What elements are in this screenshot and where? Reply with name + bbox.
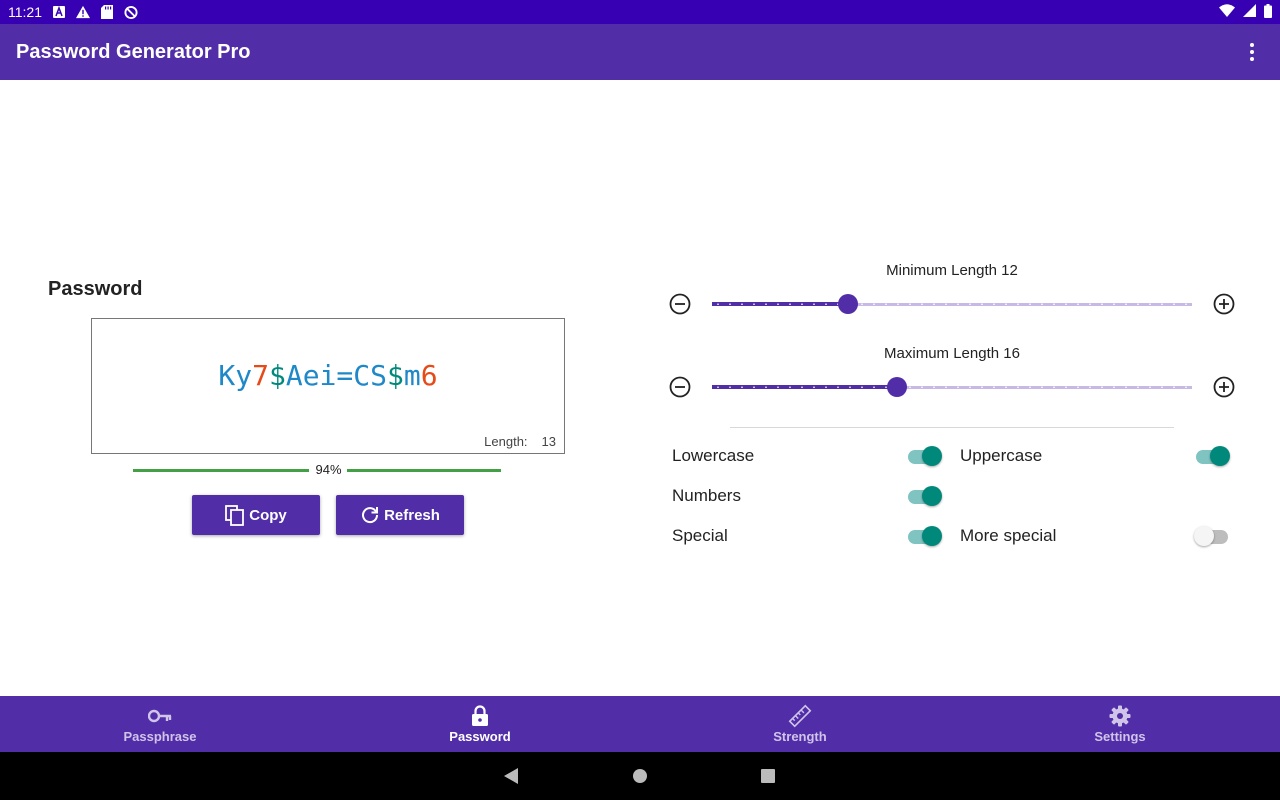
- battery-icon: [1264, 3, 1272, 21]
- max-length-decrease-icon[interactable]: [669, 376, 691, 398]
- password-length: Length: 13: [484, 434, 556, 449]
- nav-password[interactable]: Password: [320, 696, 640, 752]
- numbers-toggle[interactable]: [906, 486, 942, 506]
- lock-icon: [468, 704, 492, 728]
- password-segment: m: [403, 359, 421, 392]
- password-segment: Aei=CS: [285, 359, 387, 392]
- password-segment: $: [268, 359, 286, 392]
- lowercase-toggle[interactable]: [906, 446, 942, 466]
- recents-icon[interactable]: [761, 768, 775, 789]
- refresh-icon: [360, 505, 380, 525]
- strength-meter: 94%: [133, 462, 524, 478]
- ruler-icon: [788, 704, 812, 728]
- password-segment: 7: [252, 359, 269, 392]
- nav-password-label: Password: [449, 729, 511, 744]
- status-bar: 11:21: [0, 0, 1280, 24]
- numbers-label: Numbers: [672, 486, 741, 505]
- generated-password: Ky7$Aei=CS$m6: [92, 359, 564, 392]
- status-time: 11:21: [8, 4, 42, 20]
- copy-button[interactable]: Copy: [192, 495, 320, 535]
- system-navigation-bar: [0, 752, 1280, 800]
- signal-icon: [1243, 4, 1256, 20]
- uppercase-toggle[interactable]: [1194, 446, 1230, 466]
- special-toggle[interactable]: [906, 526, 942, 546]
- nav-strength[interactable]: Strength: [640, 696, 960, 752]
- copy-icon: [225, 505, 245, 526]
- sd-card-icon: [100, 5, 114, 19]
- uppercase-label: Uppercase: [960, 446, 1043, 465]
- max-length-increase-icon[interactable]: [1213, 376, 1235, 398]
- bottom-navigation: Passphrase Password Strength Settings: [0, 696, 1280, 752]
- nav-settings[interactable]: Settings: [960, 696, 1280, 752]
- min-length-slider-thumb[interactable]: [838, 294, 859, 314]
- warning-icon: [76, 5, 90, 19]
- wifi-icon: [1219, 4, 1235, 20]
- copy-label: Copy: [249, 506, 287, 524]
- overflow-menu-icon[interactable]: [1242, 42, 1262, 62]
- more-special-toggle[interactable]: [1194, 526, 1230, 546]
- nav-passphrase-label: Passphrase: [123, 729, 197, 744]
- divider: [730, 427, 1174, 428]
- app-bar: Password Generator Pro: [0, 24, 1280, 80]
- lowercase-label: Lowercase: [672, 446, 755, 465]
- nav-settings-label: Settings: [1094, 729, 1146, 744]
- refresh-button[interactable]: Refresh: [336, 495, 464, 535]
- max-length-slider[interactable]: [712, 377, 1192, 397]
- password-display[interactable]: Ky7$Aei=CS$m6 Length: 13: [91, 318, 565, 454]
- special-label: Special: [672, 526, 728, 545]
- refresh-label: Refresh: [384, 506, 440, 524]
- sync-disabled-icon: [124, 5, 138, 19]
- max-length-label: Maximum Length 16: [884, 345, 1020, 362]
- nav-passphrase[interactable]: Passphrase: [0, 696, 320, 752]
- home-icon[interactable]: [633, 768, 647, 789]
- key-icon: [148, 704, 172, 728]
- password-segment: $: [387, 359, 404, 392]
- length-value: 13: [541, 434, 556, 449]
- app-notification-icon: [52, 5, 66, 19]
- back-icon[interactable]: [503, 768, 518, 789]
- min-length-decrease-icon[interactable]: [669, 293, 691, 315]
- length-label: Length:: [484, 434, 528, 449]
- more-special-label: More special: [960, 526, 1057, 545]
- password-segment: Ky: [218, 359, 253, 392]
- min-length-label: Minimum Length 12: [886, 262, 1018, 279]
- gear-icon: [1108, 704, 1132, 728]
- nav-strength-label: Strength: [773, 729, 827, 744]
- max-length-slider-thumb[interactable]: [887, 377, 908, 397]
- app-title: Password Generator Pro: [16, 40, 251, 63]
- min-length-slider[interactable]: [712, 294, 1192, 314]
- min-length-increase-icon[interactable]: [1213, 293, 1235, 315]
- password-segment: 6: [420, 359, 438, 392]
- strength-percent: 94%: [311, 462, 346, 477]
- password-heading: Password: [48, 278, 143, 300]
